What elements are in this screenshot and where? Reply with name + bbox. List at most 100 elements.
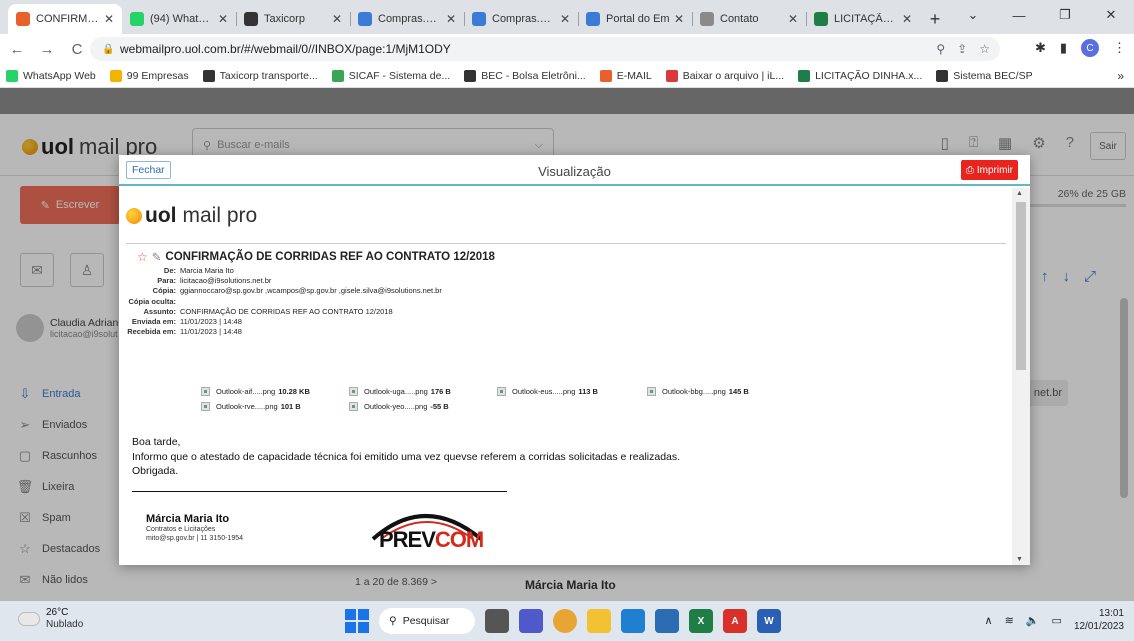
chrome-icon[interactable] [553,609,577,633]
attachment-item[interactable]: Outlook-yeo.....png -55 B [349,402,449,411]
browser-tab-strip: CONFIRMAÇ ✕ (94) WhatsAp ✕ Taxicorp ✕ Compras.… [0,0,1134,34]
tab-close-icon[interactable]: ✕ [446,12,456,26]
reload-icon[interactable]: C [64,41,90,58]
email-headers: De: Marcia Maria Ito Para: licitacao@i9solu… [119,266,442,337]
bookmarks-overflow-icon[interactable]: » [1117,69,1124,83]
forward-icon[interactable]: → [34,41,60,58]
attachment-item[interactable]: Outlook-uga.....png 176 B [349,387,451,396]
browser-tab[interactable]: Compras.gov ✕ [350,4,464,34]
bookmark-item[interactable]: WhatsApp Web [6,69,96,82]
attachment-name: Outlook-rve.....png [216,402,278,411]
tab-close-icon[interactable]: ✕ [104,12,114,26]
teams-icon[interactable] [519,609,543,633]
bookmark-item[interactable]: SICAF - Sistema de... [331,69,451,82]
print-button[interactable]: ⎙ Imprimir [960,160,1018,180]
body-line: Informo que o atestado de capacidade téc… [132,450,681,463]
wifi-icon[interactable]: ≋ [1005,614,1014,627]
extensions-icon[interactable]: ✱ [1035,40,1046,56]
sidepanel-icon[interactable]: ▮ [1060,40,1067,56]
browser-tab[interactable]: (94) WhatsAp ✕ [122,4,236,34]
bookmark-item[interactable]: LICITAÇÃO DINHA.x... [798,69,922,82]
scroll-up-icon[interactable]: ▲ [1016,190,1023,197]
bookmark-label: E-MAIL [616,69,652,82]
volume-icon[interactable]: 🔈 [1026,614,1040,627]
tab-close-icon[interactable]: ✕ [902,12,912,26]
header-row: De: Marcia Maria Ito [119,266,442,276]
attachment-name: Outlook-bbg.....png [662,387,726,396]
bookmark-label: SICAF - Sistema de... [348,69,451,82]
taskbar-search[interactable]: ⚲ Pesquisar [379,608,475,634]
image-file-icon [201,387,210,396]
clock[interactable]: 13:01 12/01/2023 [1074,607,1124,633]
new-tab-button[interactable]: + [920,4,950,34]
attachment-name: Outlook-eus.....png [512,387,576,396]
bookmark-item[interactable]: Taxicorp transporte... [202,69,318,82]
tab-title: CONFIRMAÇ [36,13,100,25]
attachment-item[interactable]: Outlook-rve.....png 101 B [201,402,301,411]
battery-icon[interactable]: ▭ [1052,614,1062,627]
mail-icon[interactable] [621,609,645,633]
browser-tab[interactable]: Portal do Em ✕ [578,4,692,34]
tab-favicon-icon [130,12,144,26]
browser-tab[interactable]: Contato ✕ [692,4,806,34]
tab-close-icon[interactable]: ✕ [332,12,342,26]
attachment-row: Outlook-rve.....png 101 B Outlook-yeo.....… [201,402,901,417]
bookmark-favicon-icon [331,69,344,82]
star-icon[interactable]: ☆ [137,250,148,264]
signature-contact: mito@sp.gov.br | 11 3150-1954 [146,535,243,542]
excel-icon[interactable]: X [689,609,713,633]
attachment-name: Outlook-yeo.....png [364,402,428,411]
email-body: Boa tarde, Informo que o atestado de cap… [132,435,680,479]
word-icon[interactable]: W [757,609,781,633]
back-icon[interactable]: ← [4,41,30,58]
acrobat-icon[interactable]: A [723,609,747,633]
bookmark-item[interactable]: E-MAIL [599,69,652,82]
scroll-down-icon[interactable]: ▼ [1016,556,1023,563]
tab-close-icon[interactable]: ✕ [218,12,228,26]
attachment-item[interactable]: Outlook-bbg.....png 145 B [647,387,749,396]
file-explorer-icon[interactable] [587,609,611,633]
browser-tab[interactable]: CONFIRMAÇ ✕ [8,4,122,34]
restore-button[interactable]: ❐ [1042,0,1088,30]
header-value: CONFIRMAÇÃO DE CORRIDAS REF AO CONTRATO … [180,306,393,316]
task-view-icon[interactable] [485,609,509,633]
attachment-item[interactable]: Outlook-aif.....png 10.28 KB [201,387,310,396]
tab-title: Taxicorp [264,13,305,25]
zoom-icon[interactable]: ⚲ [936,42,945,56]
bookmark-favicon-icon [665,69,678,82]
windows-start-icon[interactable] [345,609,369,633]
minimize-button[interactable]: — [996,0,1042,30]
bookmark-label: Baixar o arquivo | iL... [682,69,785,82]
tab-search-icon[interactable]: ⌄ [950,0,996,30]
browser-tab[interactable]: Compras.gov ✕ [464,4,578,34]
modal-title: Visualização [538,164,611,179]
bookmark-item[interactable]: BEC - Bolsa Eletrôni... [464,69,586,82]
weather-widget[interactable]: 26°C Nublado [18,607,83,631]
tab-close-icon[interactable]: ✕ [674,12,684,26]
tab-close-icon[interactable]: ✕ [560,12,570,26]
profile-avatar[interactable]: C [1081,39,1099,57]
weather-temp: 26°C [46,607,69,618]
share-icon[interactable]: ⇪ [957,42,967,56]
scroll-thumb[interactable] [1016,202,1026,370]
bookmark-item[interactable]: Sistema BEC/SP [936,69,1033,82]
browser-tab[interactable]: Taxicorp ✕ [236,4,350,34]
store-icon[interactable] [655,609,679,633]
attachment-item[interactable]: Outlook-eus.....png 113 B [497,387,598,396]
chevron-up-icon[interactable]: ∧ [985,614,993,627]
bookmark-item[interactable]: 99 Empresas [109,69,189,82]
modal-scrollbar[interactable]: ▲ ▼ [1012,188,1030,565]
close-window-button[interactable]: ✕ [1088,0,1134,30]
bookmark-item[interactable]: Baixar o arquivo | iL... [665,69,785,82]
header-row: Cópia: ggiannoccaro@sp.gov.br ,wcampos@sp… [119,286,442,296]
tab-title: LICITAÇÃO DI [834,13,898,25]
image-file-icon [497,387,506,396]
bookmark-star-icon[interactable]: ☆ [979,42,990,56]
tab-title: Contato [720,13,759,25]
tab-close-icon[interactable]: ✕ [788,12,798,26]
bookmark-label: Taxicorp transporte... [219,69,318,82]
tab-title: Compras.gov [492,13,556,25]
browser-tab[interactable]: LICITAÇÃO DI ✕ [806,4,920,34]
url-bar[interactable]: 🔒 webmailpro.uol.com.br/#/webmail/0//INB… [90,37,1000,61]
menu-icon[interactable]: ⋮ [1113,40,1126,56]
